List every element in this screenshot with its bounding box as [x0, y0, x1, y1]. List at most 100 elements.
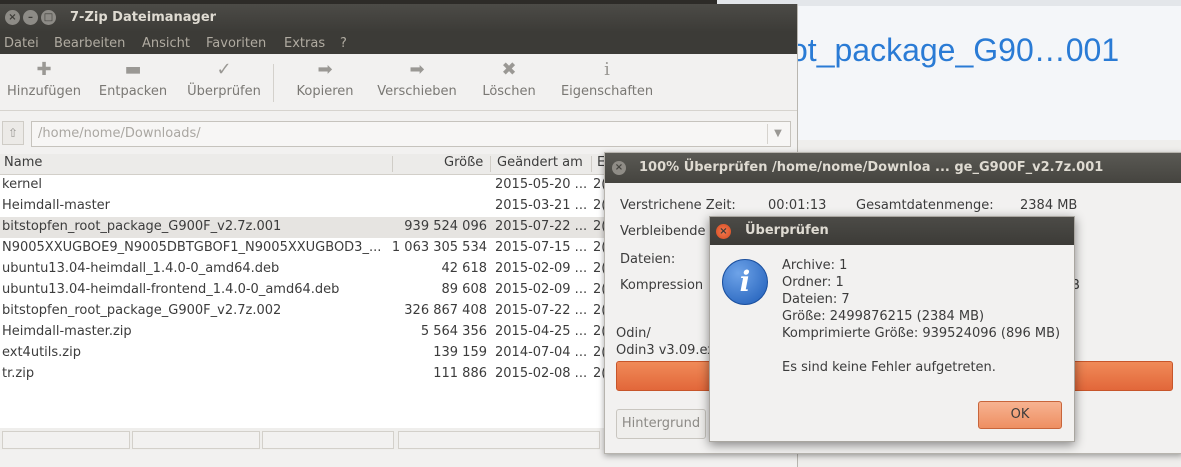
- move-label: Verschieben: [377, 84, 457, 99]
- file-count: Dateien: 7: [782, 292, 850, 307]
- elapsed-value: 00:01:13: [768, 198, 827, 213]
- maximize-icon[interactable]: □: [41, 10, 56, 25]
- elapsed-label: Verstrichene Zeit:: [620, 198, 736, 213]
- delete-label: Löschen: [482, 84, 536, 99]
- background-button[interactable]: Hintergrund: [616, 409, 706, 439]
- copy-arrow-icon: ➡: [317, 59, 333, 80]
- status-cell: [2, 431, 130, 449]
- column-name[interactable]: Name: [4, 155, 42, 170]
- close-icon[interactable]: ×: [716, 224, 731, 239]
- add-label: Hinzufügen: [7, 84, 81, 99]
- file-modified: 2015-02-09 ...: [495, 282, 588, 297]
- close-icon[interactable]: ×: [612, 161, 626, 175]
- delete-button[interactable]: ✖ Löschen: [476, 60, 542, 100]
- file-name: bitstopfen_root_package_G900F_v2.7z.001: [2, 219, 282, 234]
- compression-label: Kompression: [620, 278, 704, 293]
- move-button[interactable]: ➡ Verschieben: [372, 59, 462, 100]
- properties-button[interactable]: i Eigenschaften: [556, 59, 658, 100]
- file-size: 111 886: [433, 366, 487, 381]
- minimize-icon[interactable]: –: [23, 10, 38, 25]
- test-button[interactable]: ✓ Überprüfen: [182, 59, 266, 100]
- column-separator[interactable]: [591, 156, 592, 172]
- plus-icon: ✚: [36, 59, 52, 80]
- test-label: Überprüfen: [187, 84, 261, 99]
- files-label: Dateien:: [620, 252, 676, 267]
- file-modified: 2015-03-21 ...: [495, 198, 588, 213]
- file-modified: 2015-04-25 ...: [495, 324, 588, 339]
- extract-label: Entpacken: [98, 84, 168, 99]
- menu-bearbeiten[interactable]: Bearbeiten: [54, 36, 125, 51]
- information-icon: i: [722, 259, 768, 305]
- folder-count: Ordner: 1: [782, 275, 844, 290]
- add-button[interactable]: ✚ Hinzufügen: [4, 59, 84, 100]
- menu-extras[interactable]: Extras: [284, 36, 325, 51]
- file-modified: 2015-02-09 ...: [495, 261, 588, 276]
- file-modified: 2015-05-20 ...: [495, 177, 588, 192]
- file-size: 939 524 096: [404, 219, 487, 234]
- current-path-2: Odin3 v3.09.ex: [616, 343, 715, 358]
- file-modified: 2015-07-22 ...: [495, 303, 588, 318]
- progress-title: 100% Überprüfen /home/nome/Downloa ... g…: [639, 160, 1104, 175]
- status-cell: [262, 431, 394, 449]
- check-icon: ✓: [216, 59, 232, 80]
- background-page-title: ot_package_G90…001: [790, 32, 1120, 68]
- remaining-label: Verbleibende: [620, 224, 706, 239]
- column-separator[interactable]: [392, 156, 393, 172]
- total-label: Gesamtdatenmenge:: [856, 198, 994, 213]
- extract-button[interactable]: ▬ Entpacken: [94, 59, 172, 100]
- close-icon[interactable]: ×: [5, 10, 20, 25]
- compressed-size-info: Komprimierte Größe: 939524096 (896 MB): [782, 326, 1061, 341]
- path-bar: ⇧ /home/nome/Downloads/ ▼: [0, 114, 797, 150]
- file-name: bitstopfen_root_package_G900F_v2.7z.002: [2, 303, 282, 318]
- chevron-down-icon[interactable]: ▼: [767, 124, 788, 144]
- up-folder-icon[interactable]: ⇧: [2, 121, 24, 145]
- size-info: Größe: 2499876215 (2384 MB): [782, 309, 985, 324]
- main-titlebar: × – □ 7-Zip Dateimanager: [0, 4, 797, 32]
- menu-help[interactable]: ?: [340, 36, 347, 51]
- menu-favoriten[interactable]: Favoriten: [206, 36, 266, 51]
- toolbar: ✚ Hinzufügen ▬ Entpacken ✓ Überprüfen ➡ …: [0, 54, 797, 111]
- ok-button[interactable]: OK: [978, 401, 1062, 429]
- column-modified[interactable]: Geändert am: [497, 155, 583, 170]
- file-modified: 2015-02-08 ...: [495, 366, 588, 381]
- window-title: 7-Zip Dateimanager: [70, 10, 217, 25]
- file-name: Heimdall-master: [2, 198, 111, 213]
- file-name: ubuntu13.04-heimdall-frontend_1.4.0-0_am…: [2, 282, 340, 297]
- copy-button[interactable]: ➡ Kopieren: [290, 59, 360, 100]
- file-name: kernel: [2, 177, 43, 192]
- status-cell: [132, 431, 260, 449]
- path-input[interactable]: /home/nome/Downloads/ ▼: [31, 121, 791, 147]
- file-name: ubuntu13.04-heimdall_1.4.0-0_amd64.deb: [2, 261, 280, 276]
- copy-label: Kopieren: [296, 84, 354, 99]
- file-modified: 2014-07-04 ...: [495, 345, 588, 360]
- properties-label: Eigenschaften: [560, 84, 654, 99]
- menu-ansicht[interactable]: Ansicht: [142, 36, 190, 51]
- file-name: Heimdall-master.zip: [2, 324, 132, 339]
- file-modified: 2015-07-22 ...: [495, 219, 588, 234]
- move-arrow-icon: ➡: [409, 59, 425, 80]
- status-cell: [398, 431, 600, 449]
- file-size: 42 618: [441, 261, 488, 276]
- minus-icon: ▬: [124, 59, 142, 80]
- column-separator[interactable]: [490, 156, 491, 172]
- info-icon: i: [604, 59, 610, 80]
- progress-titlebar: × 100% Überprüfen /home/nome/Downloa ...…: [605, 153, 1181, 183]
- file-name: ext4utils.zip: [2, 345, 81, 360]
- file-name: tr.zip: [2, 366, 35, 381]
- archive-count: Archive: 1: [782, 258, 848, 273]
- file-size: 139 159: [433, 345, 487, 360]
- toolbar-separator: [273, 64, 274, 102]
- file-size: 89 608: [441, 282, 488, 297]
- file-size: 326 867 408: [404, 303, 487, 318]
- total-value: 2384 MB: [1020, 198, 1078, 213]
- file-modified: 2015-07-15 ...: [495, 240, 588, 255]
- column-size[interactable]: Größe: [444, 155, 483, 170]
- menu-datei[interactable]: Datei: [4, 36, 39, 51]
- current-path-1: Odin/: [616, 326, 651, 341]
- file-size: 5 564 356: [420, 324, 487, 339]
- path-value: /home/nome/Downloads/: [38, 126, 201, 141]
- dialog-title: Überprüfen: [745, 223, 829, 238]
- dialog-titlebar: × Überprüfen: [710, 217, 1074, 245]
- menubar: Datei Bearbeiten Ansicht Favoriten Extra…: [0, 32, 797, 54]
- file-size: 1 063 305 534: [391, 240, 487, 255]
